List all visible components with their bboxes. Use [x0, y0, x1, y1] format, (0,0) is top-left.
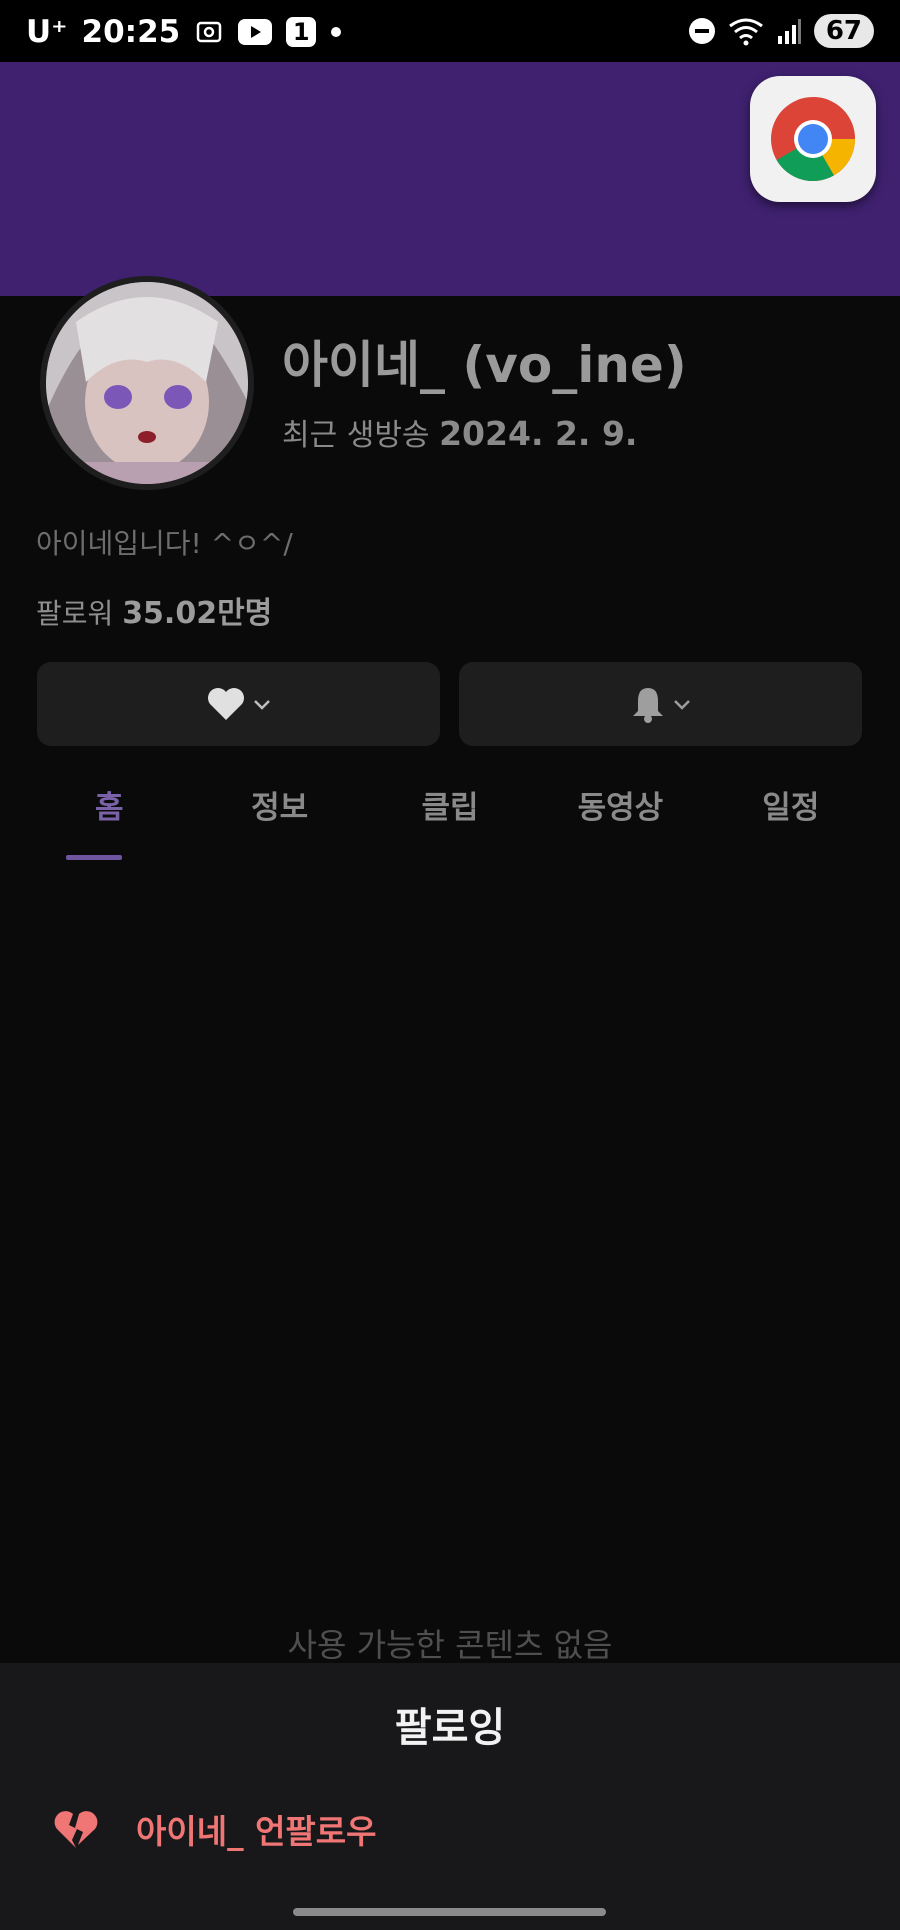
signal-icon	[776, 18, 802, 44]
youtube-icon	[238, 19, 273, 45]
avatar[interactable]	[40, 276, 254, 490]
battery-indicator: 67	[813, 14, 874, 48]
last-live-info: 최근 생방송 2024. 2. 9.	[282, 410, 637, 454]
notification-button[interactable]	[459, 662, 862, 746]
channel-name: 아이네_ (vo_ine)	[282, 336, 687, 394]
unfollow-button[interactable]: 아이네_ 언팔로우	[52, 1805, 377, 1853]
empty-content-message: 사용 가능한 콘텐츠 없음	[287, 1626, 613, 1664]
follower-count: 팔로워 35.02만명	[36, 588, 272, 632]
bell-icon	[632, 688, 663, 723]
carrier-label: U⁺	[26, 14, 68, 50]
tab-videos[interactable]: 동영상	[535, 770, 705, 860]
status-bar: U⁺ 20:25 1 67	[0, 0, 900, 62]
following-bottom-sheet: 팔로잉 아이네_ 언팔로우	[0, 1663, 900, 1930]
chevron-down-icon	[673, 700, 690, 710]
follow-heart-button[interactable]	[37, 662, 440, 746]
channel-bio: 아이네입니다! ^ㅇ^/	[36, 527, 293, 560]
screenshot-icon	[194, 17, 224, 47]
last-live-date: 2024. 2. 9.	[439, 414, 638, 453]
notification-badge: 1	[286, 17, 317, 47]
dot-icon	[330, 26, 342, 38]
clock: 20:25	[81, 14, 181, 50]
unfollow-label: 아이네_ 언팔로우	[136, 1812, 377, 1851]
followers-label: 팔로워	[36, 597, 114, 630]
broken-heart-icon	[54, 1811, 98, 1848]
home-indicator[interactable]	[293, 1908, 606, 1916]
do-not-disturb-icon	[688, 17, 716, 45]
tab-schedule[interactable]: 일정	[706, 770, 876, 860]
avatar-image	[46, 282, 248, 484]
chrome-bubble[interactable]	[750, 76, 876, 202]
heart-icon	[207, 688, 244, 720]
channel-tabs: 홈 정보 클립 동영상 일정	[24, 770, 876, 860]
wifi-icon	[728, 16, 764, 46]
chevron-down-icon	[253, 700, 270, 710]
tab-home[interactable]: 홈	[24, 770, 194, 860]
tab-info[interactable]: 정보	[194, 770, 364, 860]
tab-clips[interactable]: 클립	[365, 770, 535, 860]
last-live-label: 최근 생방송	[282, 418, 430, 453]
chrome-icon	[771, 97, 855, 182]
followers-value: 35.02만명	[122, 596, 273, 631]
sheet-title: 팔로잉	[394, 1705, 506, 1751]
